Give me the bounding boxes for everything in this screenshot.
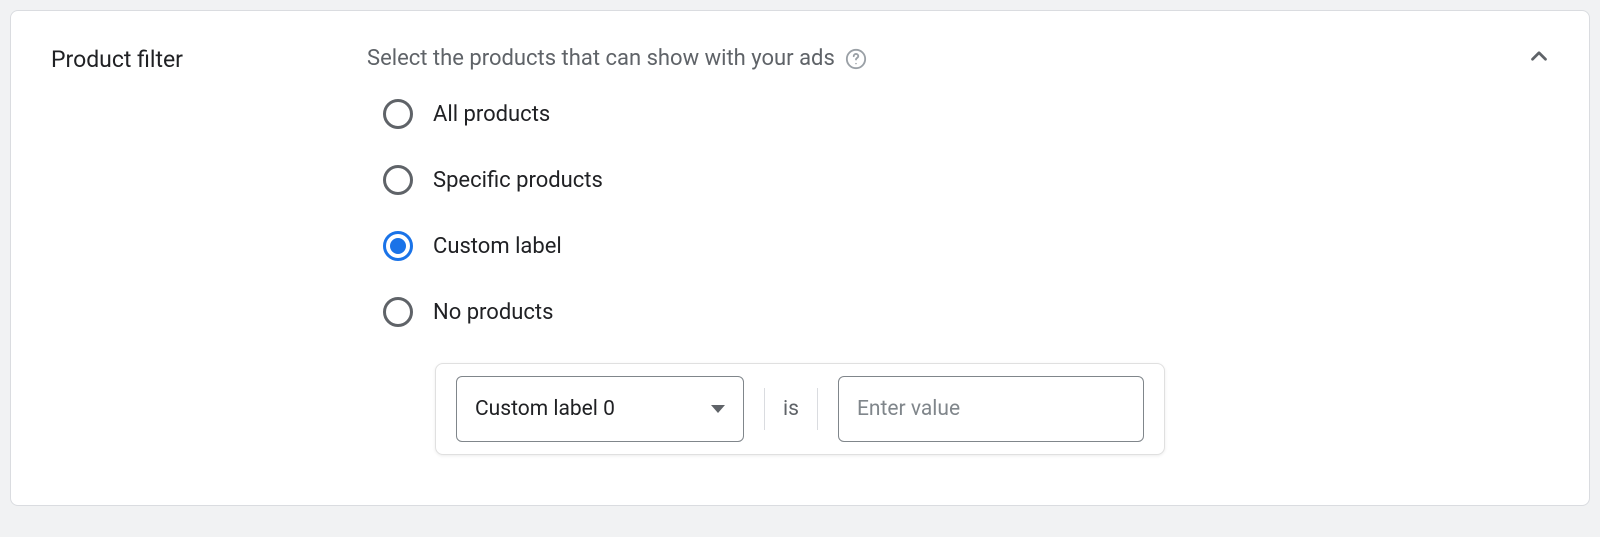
description-text: Select the products that can show with y… — [367, 46, 835, 71]
radio-circle-selected-icon — [383, 231, 413, 261]
section-title: Product filter — [51, 46, 367, 455]
content-area: Select the products that can show with y… — [367, 46, 1549, 455]
custom-label-filter-row: Custom label 0 is — [435, 363, 1165, 455]
collapse-toggle[interactable] — [1524, 41, 1554, 71]
radio-custom-label[interactable]: Custom label — [383, 231, 1549, 261]
radio-no-products[interactable]: No products — [383, 297, 1549, 327]
operator-wrapper: is — [764, 388, 818, 430]
divider — [764, 388, 765, 430]
operator-text: is — [783, 397, 799, 421]
description-row: Select the products that can show with y… — [367, 46, 1549, 71]
radio-group: All products Specific products Custom la… — [383, 99, 1549, 327]
radio-all-products[interactable]: All products — [383, 99, 1549, 129]
chevron-up-icon — [1526, 43, 1552, 69]
radio-circle-icon — [383, 99, 413, 129]
radio-specific-products[interactable]: Specific products — [383, 165, 1549, 195]
radio-circle-icon — [383, 297, 413, 327]
dropdown-label: Custom label 0 — [475, 397, 615, 421]
product-filter-panel: Product filter Select the products that … — [10, 10, 1590, 506]
radio-label: Custom label — [433, 234, 562, 259]
radio-label: No products — [433, 300, 553, 325]
radio-label: Specific products — [433, 168, 603, 193]
chevron-down-icon — [711, 405, 725, 413]
filter-value-input[interactable] — [838, 376, 1144, 442]
custom-label-dropdown[interactable]: Custom label 0 — [456, 376, 744, 442]
divider — [817, 388, 818, 430]
help-icon[interactable] — [845, 48, 867, 70]
radio-label: All products — [433, 102, 550, 127]
radio-circle-icon — [383, 165, 413, 195]
